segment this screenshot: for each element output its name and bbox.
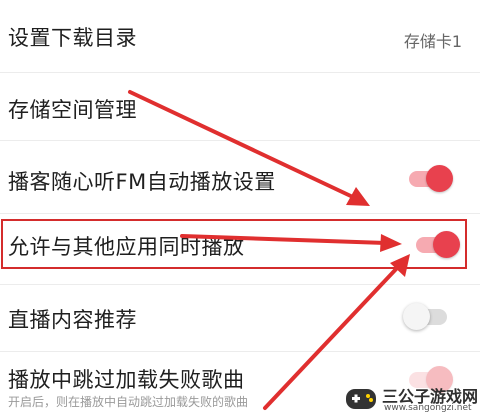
setting-download-directory[interactable]: 设置下载目录 存储卡1: [0, 0, 480, 72]
watermark-url: www.sangongzi.net: [384, 403, 472, 413]
watermark: 三公子游戏网 www.sangongzi.net: [344, 381, 478, 417]
podcast-autoplay-label: 播客随心听FM自动播放设置: [8, 170, 276, 194]
divider: [0, 213, 480, 214]
setting-podcast-autoplay: 播客随心听FM自动播放设置: [0, 141, 480, 213]
annotation-highlight-box: [1, 219, 467, 269]
skip-failed-label: 播放中跳过加载失败歌曲: [8, 368, 245, 392]
download-directory-value: 存储卡1: [403, 32, 462, 51]
skip-failed-description: 开启后，则在播放中自动跳过加载失败的歌曲: [8, 395, 249, 409]
storage-management-label: 存储空间管理: [8, 98, 137, 122]
gamepad-logo-icon: [346, 389, 376, 409]
download-directory-label: 设置下载目录: [8, 26, 137, 50]
setting-live-recommend: 直播内容推荐: [0, 285, 480, 351]
setting-storage-management[interactable]: 存储空间管理: [0, 73, 480, 140]
podcast-autoplay-toggle[interactable]: [405, 163, 455, 193]
toggle-knob: [426, 165, 453, 192]
toggle-knob: [403, 303, 430, 330]
live-recommend-toggle[interactable]: [403, 301, 453, 331]
live-recommend-label: 直播内容推荐: [8, 308, 137, 332]
